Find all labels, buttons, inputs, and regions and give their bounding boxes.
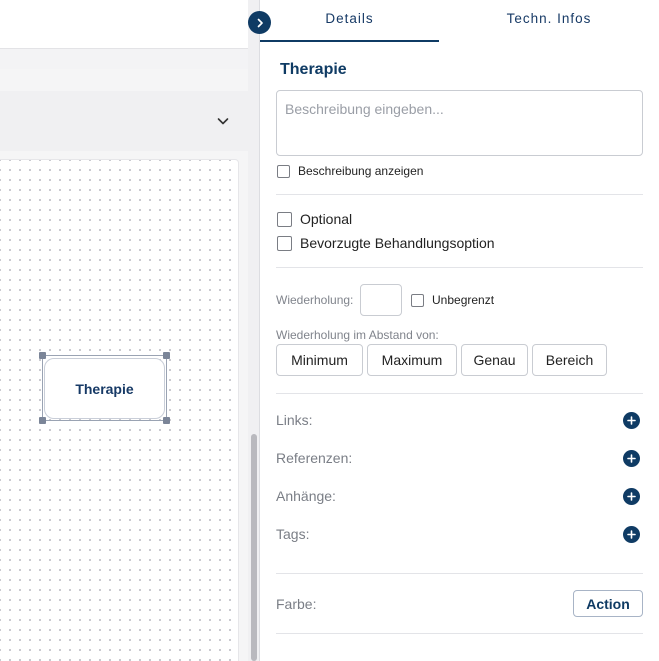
show-description-label: Beschreibung anzeigen bbox=[298, 164, 424, 178]
optional-checkbox[interactable] bbox=[277, 212, 292, 227]
panel-tabs: Details Techn. Infos bbox=[260, 0, 659, 42]
resize-handle-bottom-right[interactable] bbox=[163, 417, 170, 424]
selection-frame-top bbox=[42, 355, 166, 356]
canvas-toolbar bbox=[0, 0, 248, 49]
divider bbox=[276, 267, 643, 268]
description-input[interactable] bbox=[276, 90, 643, 156]
therapy-node-label: Therapie bbox=[75, 380, 134, 397]
canvas-scrollbar-thumb[interactable] bbox=[251, 434, 257, 661]
optional-label: Optional bbox=[300, 211, 353, 227]
unlimited-label: Unbegrenzt bbox=[432, 293, 495, 307]
add-tag-button[interactable] bbox=[623, 526, 640, 543]
preferred-option-label: Bevorzugte Behandlungsoption bbox=[300, 235, 495, 251]
links-label: Links: bbox=[276, 412, 313, 428]
interval-range-button[interactable]: Bereich bbox=[532, 344, 607, 376]
preferred-option-checkbox[interactable] bbox=[277, 236, 292, 251]
chevron-down-icon[interactable] bbox=[215, 113, 231, 129]
interval-exact-button[interactable]: Genau bbox=[461, 344, 528, 376]
add-link-button[interactable] bbox=[623, 412, 640, 429]
resize-handle-top-right[interactable] bbox=[163, 352, 170, 359]
canvas-subbar bbox=[0, 49, 248, 69]
chevron-right-icon bbox=[257, 18, 263, 27]
selection-frame-right bbox=[166, 355, 167, 420]
selection-frame-bottom bbox=[42, 420, 166, 421]
canvas-dropdown-bar[interactable] bbox=[0, 91, 248, 151]
plus-icon bbox=[627, 416, 636, 425]
color-action-button[interactable]: Action bbox=[573, 590, 643, 617]
unlimited-checkbox[interactable] bbox=[411, 294, 424, 307]
collapse-panel-button[interactable] bbox=[248, 11, 271, 34]
interval-label: Wiederholung im Abstand von: bbox=[276, 328, 439, 342]
repetition-label: Wiederholung: bbox=[276, 293, 354, 307]
therapy-node[interactable]: Therapie bbox=[44, 358, 165, 419]
tags-label: Tags: bbox=[276, 526, 310, 542]
selection-frame-left bbox=[42, 355, 43, 420]
divider bbox=[276, 393, 643, 394]
divider bbox=[276, 573, 643, 574]
attachments-label: Anhänge: bbox=[276, 488, 336, 504]
diagram-area: Therapie bbox=[0, 0, 248, 661]
plus-icon bbox=[627, 492, 636, 501]
properties-panel: Details Techn. Infos Therapie Beschreibu… bbox=[260, 0, 659, 661]
show-description-checkbox[interactable] bbox=[277, 165, 290, 178]
divider bbox=[276, 194, 643, 195]
tab-techn-infos[interactable]: Techn. Infos bbox=[439, 0, 659, 42]
repetition-input[interactable] bbox=[360, 284, 402, 316]
resize-handle-bottom-left[interactable] bbox=[39, 417, 46, 424]
interval-maximum-button[interactable]: Maximum bbox=[367, 344, 457, 376]
add-reference-button[interactable] bbox=[623, 450, 640, 467]
color-label: Farbe: bbox=[276, 596, 317, 612]
plus-icon bbox=[627, 454, 636, 463]
resize-handle-top-left[interactable] bbox=[39, 352, 46, 359]
plus-icon bbox=[627, 530, 636, 539]
add-attachment-button[interactable] bbox=[623, 488, 640, 505]
tab-details[interactable]: Details bbox=[260, 0, 439, 42]
interval-minimum-button[interactable]: Minimum bbox=[276, 344, 363, 376]
references-label: Referenzen: bbox=[276, 450, 353, 466]
divider bbox=[276, 633, 643, 634]
section-title: Therapie bbox=[280, 61, 347, 78]
